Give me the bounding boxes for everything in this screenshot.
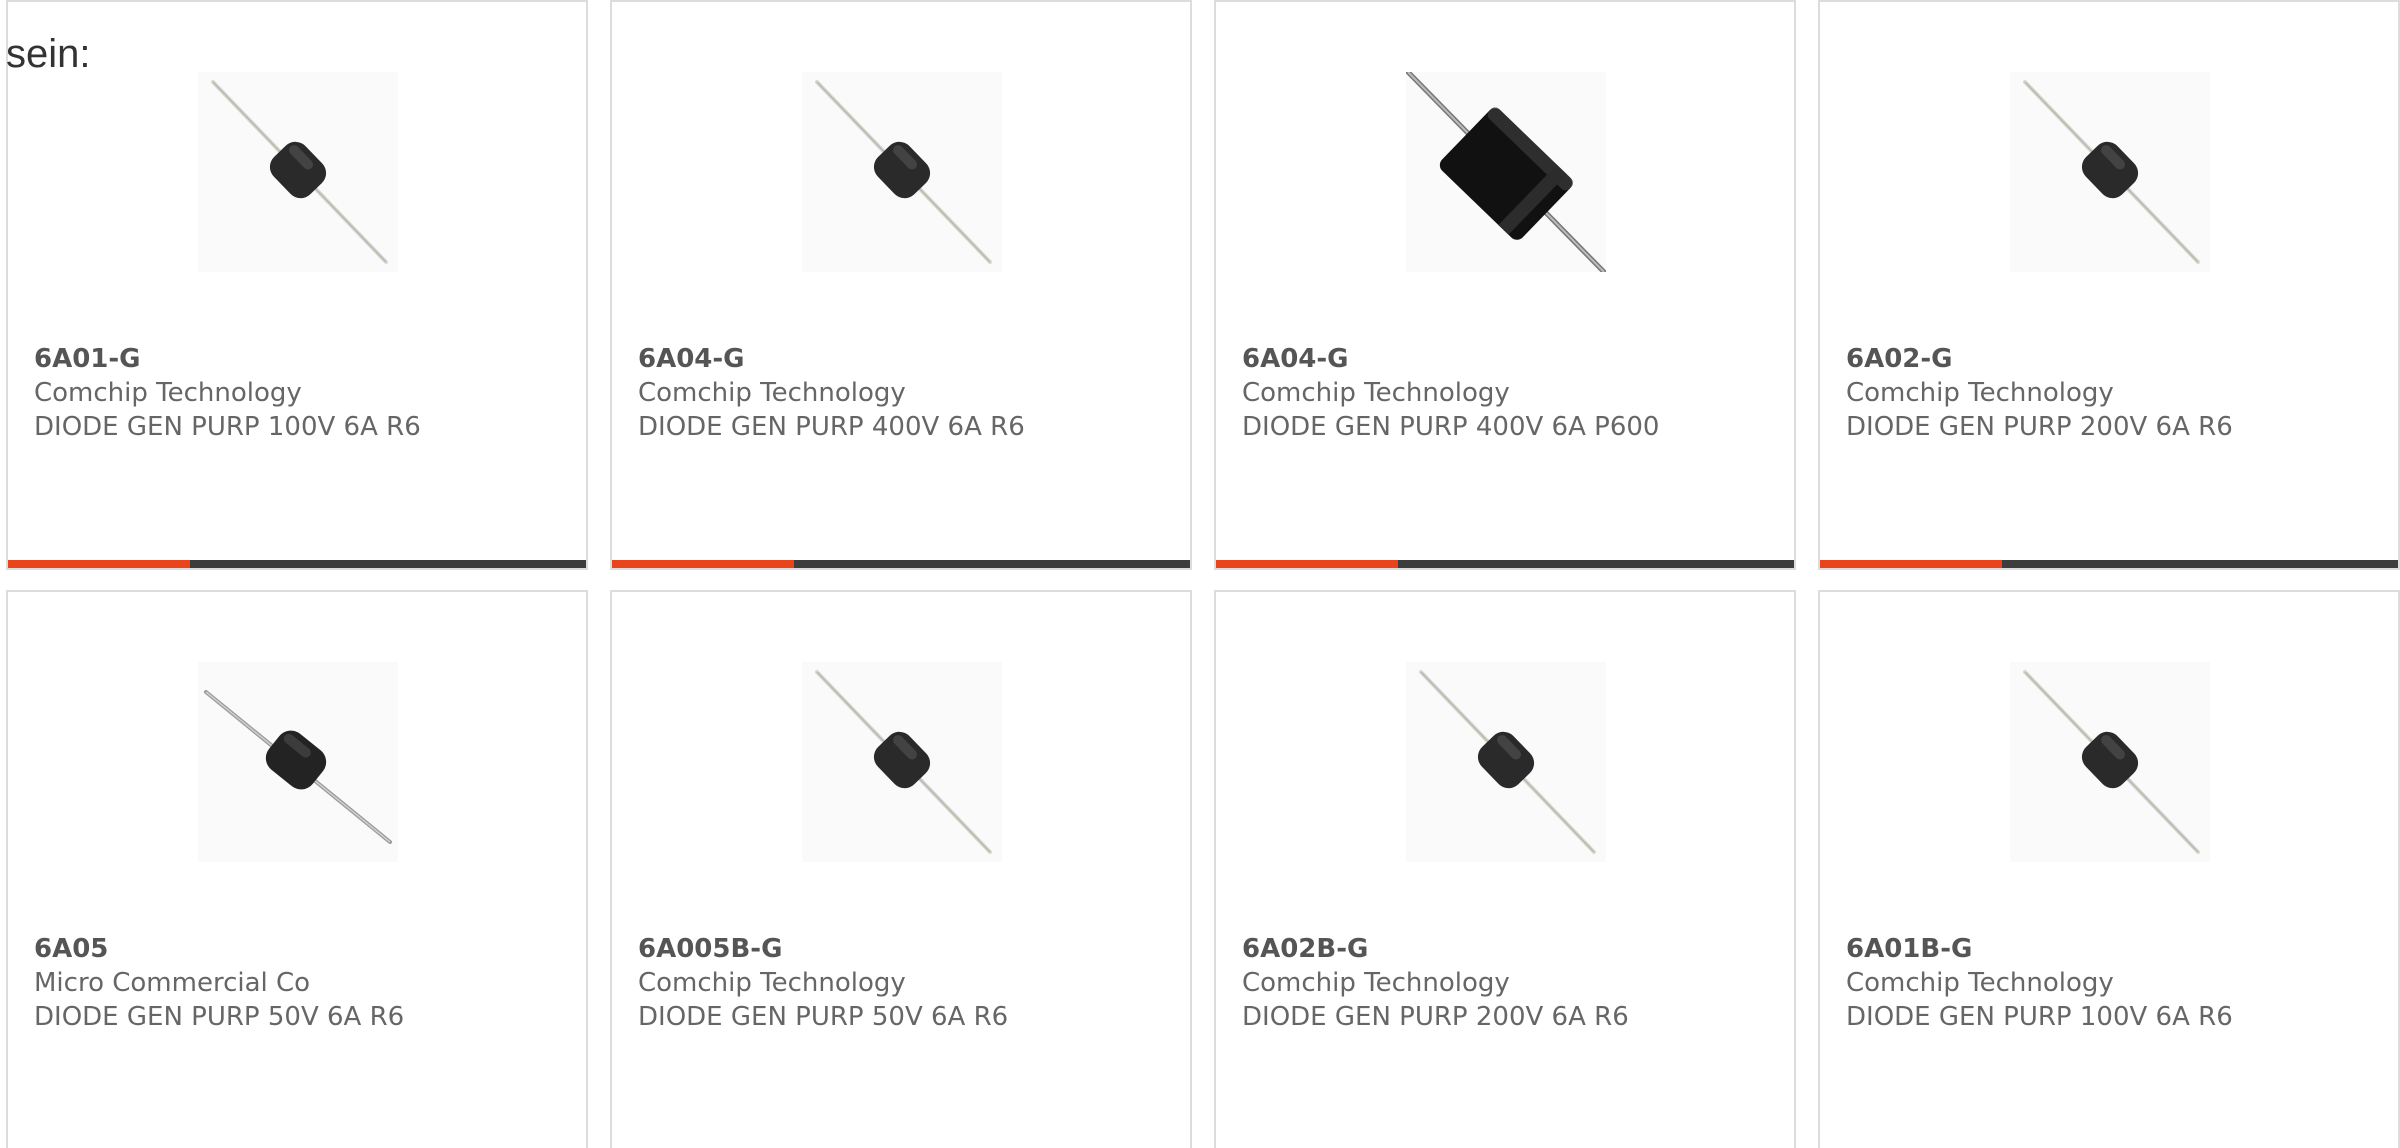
diode-icon bbox=[1406, 72, 1606, 272]
product-card[interactable]: 6A05 Micro Commercial Co DIODE GEN PURP … bbox=[6, 590, 588, 1148]
part-number[interactable]: 6A01-G bbox=[34, 342, 576, 376]
manufacturer: Comchip Technology bbox=[1846, 968, 2114, 998]
manufacturer: Comchip Technology bbox=[1242, 378, 1510, 408]
part-number[interactable]: 6A05 bbox=[34, 932, 576, 966]
product-info: 6A05 Micro Commercial Co DIODE GEN PURP … bbox=[34, 932, 576, 1034]
part-number[interactable]: 6A04-G bbox=[638, 342, 1180, 376]
product-image[interactable] bbox=[198, 72, 398, 272]
part-number[interactable]: 6A01B-G bbox=[1846, 932, 2388, 966]
part-number[interactable]: 6A005B-G bbox=[638, 932, 1180, 966]
diode-icon bbox=[211, 80, 388, 264]
accent-stripe bbox=[8, 560, 190, 568]
product-image[interactable] bbox=[1406, 662, 1606, 862]
description: DIODE GEN PURP 200V 6A R6 bbox=[1242, 1002, 1629, 1032]
product-info: 6A02B-G Comchip Technology DIODE GEN PUR… bbox=[1242, 932, 1784, 1034]
card-bottom-bar bbox=[8, 560, 586, 568]
description: DIODE GEN PURP 50V 6A R6 bbox=[34, 1002, 405, 1032]
diode-icon bbox=[2023, 670, 2200, 854]
diode-icon bbox=[204, 690, 392, 844]
product-grid: 6A01-G Comchip Technology DIODE GEN PURP… bbox=[0, 0, 2400, 1148]
product-image[interactable] bbox=[198, 662, 398, 862]
diode-icon bbox=[815, 80, 992, 264]
card-bottom-bar bbox=[1216, 560, 1794, 568]
description: DIODE GEN PURP 400V 6A R6 bbox=[638, 412, 1025, 442]
product-info: 6A01-G Comchip Technology DIODE GEN PURP… bbox=[34, 342, 576, 444]
description: DIODE GEN PURP 400V 6A P600 bbox=[1242, 412, 1660, 442]
accent-stripe bbox=[1216, 560, 1398, 568]
product-image[interactable] bbox=[802, 72, 1002, 272]
manufacturer: Comchip Technology bbox=[34, 378, 302, 408]
card-bottom-bar bbox=[1820, 560, 2398, 568]
manufacturer: Comchip Technology bbox=[1846, 378, 2114, 408]
manufacturer: Comchip Technology bbox=[1242, 968, 1510, 998]
product-image[interactable] bbox=[1406, 72, 1606, 272]
product-card[interactable]: 6A01B-G Comchip Technology DIODE GEN PUR… bbox=[1818, 590, 2400, 1148]
product-card[interactable]: 6A02-G Comchip Technology DIODE GEN PURP… bbox=[1818, 0, 2400, 570]
product-info: 6A01B-G Comchip Technology DIODE GEN PUR… bbox=[1846, 932, 2388, 1034]
product-card[interactable]: 6A005B-G Comchip Technology DIODE GEN PU… bbox=[610, 590, 1192, 1148]
product-card[interactable]: 6A01-G Comchip Technology DIODE GEN PURP… bbox=[6, 0, 588, 570]
product-image[interactable] bbox=[2010, 72, 2210, 272]
description: DIODE GEN PURP 50V 6A R6 bbox=[638, 1002, 1009, 1032]
product-card[interactable]: 6A04-G Comchip Technology DIODE GEN PURP… bbox=[610, 0, 1192, 570]
part-number[interactable]: 6A02B-G bbox=[1242, 932, 1784, 966]
description: DIODE GEN PURP 200V 6A R6 bbox=[1846, 412, 2233, 442]
intro-text: sein: bbox=[6, 32, 91, 76]
diode-icon bbox=[2023, 80, 2200, 264]
product-card[interactable]: 6A02B-G Comchip Technology DIODE GEN PUR… bbox=[1214, 590, 1796, 1148]
product-info: 6A04-G Comchip Technology DIODE GEN PURP… bbox=[1242, 342, 1784, 444]
product-info: 6A02-G Comchip Technology DIODE GEN PURP… bbox=[1846, 342, 2388, 444]
product-image[interactable] bbox=[2010, 662, 2210, 862]
diode-icon bbox=[815, 670, 992, 854]
part-number[interactable]: 6A02-G bbox=[1846, 342, 2388, 376]
card-bottom-bar bbox=[612, 560, 1190, 568]
accent-stripe bbox=[1820, 560, 2002, 568]
product-card[interactable]: 6A04-G Comchip Technology DIODE GEN PURP… bbox=[1214, 0, 1796, 570]
diode-icon bbox=[1419, 670, 1596, 854]
description: DIODE GEN PURP 100V 6A R6 bbox=[1846, 1002, 2233, 1032]
product-info: 6A04-G Comchip Technology DIODE GEN PURP… bbox=[638, 342, 1180, 444]
manufacturer: Comchip Technology bbox=[638, 378, 906, 408]
product-info: 6A005B-G Comchip Technology DIODE GEN PU… bbox=[638, 932, 1180, 1034]
part-number[interactable]: 6A04-G bbox=[1242, 342, 1784, 376]
manufacturer: Micro Commercial Co bbox=[34, 968, 311, 998]
product-image[interactable] bbox=[802, 662, 1002, 862]
accent-stripe bbox=[612, 560, 794, 568]
description: DIODE GEN PURP 100V 6A R6 bbox=[34, 412, 421, 442]
manufacturer: Comchip Technology bbox=[638, 968, 906, 998]
